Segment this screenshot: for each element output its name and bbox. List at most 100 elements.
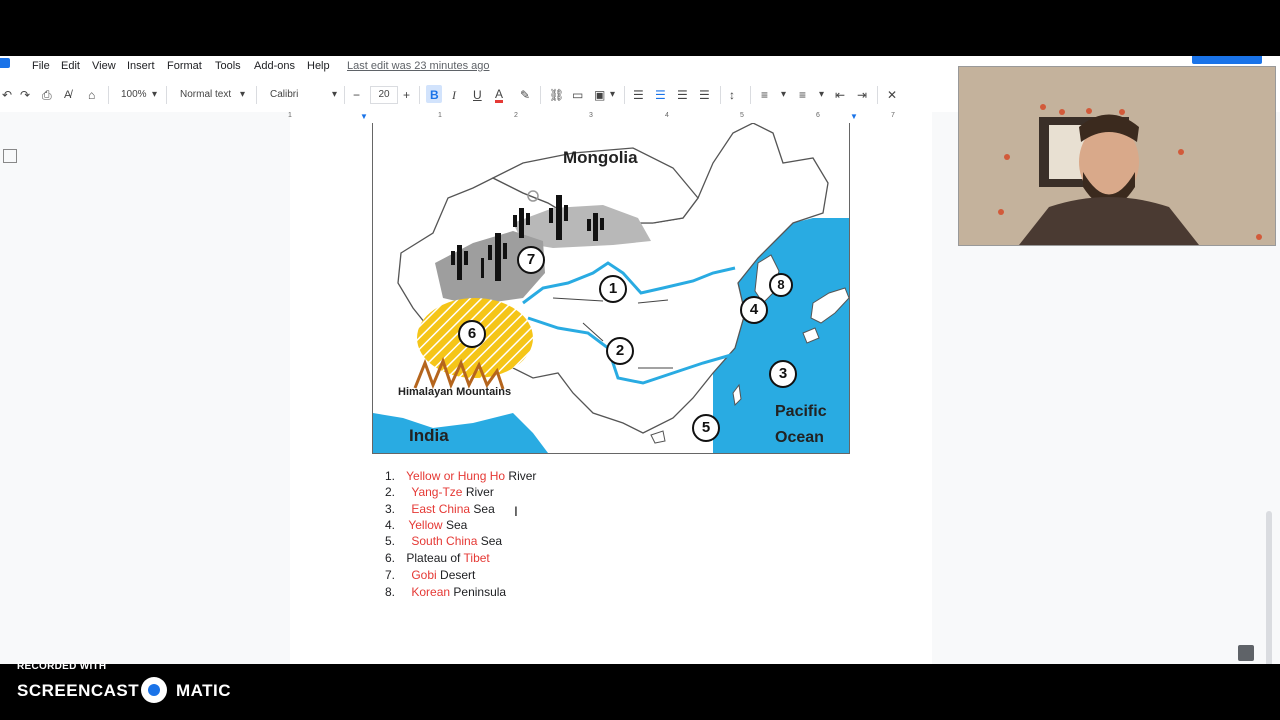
screencast-logo-text: SCREENCAST (17, 681, 140, 700)
highlight-pen-icon[interactable]: ✎ (520, 88, 530, 102)
toolbar-divider (166, 86, 167, 104)
toolbar-divider (720, 86, 721, 104)
italic-button[interactable]: I (452, 88, 456, 102)
toolbar-divider (540, 86, 541, 104)
increase-indent-icon[interactable]: ⇥ (857, 88, 867, 102)
text-color-button[interactable]: A (495, 88, 504, 103)
ruler-mark: 6 (816, 112, 820, 119)
paint-format-icon[interactable]: ⌂ (88, 88, 95, 102)
document-outline-icon[interactable] (3, 149, 17, 163)
docs-logo-icon[interactable] (0, 58, 10, 68)
list-item[interactable]: 5. South China Sea (385, 534, 502, 548)
menu-addons[interactable]: Add-ons (254, 60, 295, 72)
chevron-down-icon: ▾ (819, 89, 825, 100)
ruler-track[interactable] (290, 112, 932, 123)
print-icon[interactable]: ⎙ (42, 88, 52, 102)
increase-font-size-icon[interactable]: + (403, 88, 410, 102)
align-right-icon[interactable]: ☰ (677, 88, 688, 102)
map-marker-7: 7 (517, 246, 545, 274)
recorded-with-label: RECORDED WITH (17, 661, 107, 672)
align-left-icon[interactable]: ☰ (633, 88, 644, 102)
label-mongolia: Mongolia (563, 148, 638, 167)
menu-file[interactable]: File (32, 60, 50, 72)
insert-image-icon[interactable]: ▣ (594, 88, 605, 102)
justify-icon[interactable]: ☰ (699, 88, 710, 102)
chevron-down-icon: ▾ (152, 89, 158, 100)
clear-formatting-icon[interactable]: ✕ (887, 88, 897, 102)
map-marker-6: 6 (458, 320, 486, 348)
list-item[interactable]: 7. Gobi Desert (385, 568, 475, 582)
toolbar-divider (344, 86, 345, 104)
list-item[interactable]: 8. Korean Peninsula (385, 585, 506, 599)
decrease-font-size-icon[interactable]: − (353, 88, 360, 102)
bulleted-list-icon[interactable]: ≡ (799, 88, 806, 102)
link-icon[interactable]: ⛓ (549, 88, 564, 102)
map-marker-8: 8 (769, 273, 793, 297)
right-indent-marker-icon[interactable]: ▼ (850, 112, 858, 121)
matic-logo-text: MATIC (176, 681, 232, 700)
zoom-select[interactable]: 100% (121, 88, 147, 102)
comment-icon[interactable]: ▭ (572, 88, 583, 102)
list-item[interactable]: 3. East China Sea (385, 502, 495, 516)
chevron-down-icon: ▾ (332, 89, 338, 100)
toolbar-divider (624, 86, 625, 104)
ruler-mark: 2 (514, 112, 518, 119)
list-item[interactable]: 1. Yellow or Hung Ho River (385, 469, 536, 483)
map-marker-2: 2 (606, 337, 634, 365)
label-himalayan-mountains: Himalayan Mountains (398, 386, 512, 398)
text-cursor-icon: I (514, 503, 518, 519)
ruler-mark: 1 (438, 112, 442, 119)
spellcheck-icon[interactable]: A̸ (64, 88, 71, 102)
chevron-down-icon: ▾ (610, 89, 616, 100)
font-size-input[interactable]: 20 (370, 86, 398, 104)
align-center-icon[interactable]: ☰ (655, 88, 666, 102)
ruler-mark: 4 (665, 112, 669, 119)
webcam-overlay (958, 66, 1276, 246)
chevron-down-icon: ▾ (240, 89, 246, 100)
webcam-presenter-image (959, 67, 1275, 245)
map-marker-3: 3 (769, 360, 797, 388)
label-pacific: Pacific (775, 403, 827, 420)
decrease-indent-icon[interactable]: ⇤ (835, 88, 845, 102)
toolbar-divider (256, 86, 257, 104)
toolbar-divider (750, 86, 751, 104)
menu-view[interactable]: View (92, 60, 116, 72)
numbered-list-icon[interactable]: ≡ (761, 88, 768, 102)
toolbar-divider (108, 86, 109, 104)
line-spacing-icon[interactable]: ↕ (729, 88, 735, 102)
toolbar-divider (419, 86, 420, 104)
menu-help[interactable]: Help (307, 60, 330, 72)
redo-icon[interactable]: ↷ (20, 88, 30, 102)
last-edit-link[interactable]: Last edit was 23 minutes ago (347, 60, 489, 72)
list-item[interactable]: 2. Yang-Tze River (385, 485, 494, 499)
chevron-down-icon: ▾ (781, 89, 787, 100)
undo-icon[interactable]: ↶ (2, 88, 12, 102)
font-select[interactable]: Calibri (270, 88, 298, 102)
share-button[interactable] (1192, 56, 1262, 64)
menu-tools[interactable]: Tools (215, 60, 241, 72)
screencast-logo-dot (148, 684, 160, 696)
menu-edit[interactable]: Edit (61, 60, 80, 72)
ruler-mark: 7 (891, 112, 895, 119)
list-item[interactable]: 4. Yellow Sea (385, 518, 467, 532)
ruler-mark: 3 (589, 112, 593, 119)
vertical-scrollbar[interactable] (1266, 511, 1272, 664)
document-page[interactable]: Mongolia Himalayan Mountains India Pacif… (290, 123, 932, 664)
map-marker-5: 5 (692, 414, 720, 442)
list-item[interactable]: 6. Plateau of Tibet (385, 551, 490, 565)
style-select[interactable]: Normal text (180, 88, 231, 102)
ruler-mark: 1 (288, 112, 292, 119)
toolbar-divider (877, 86, 878, 104)
map-marker-4: 4 (740, 296, 768, 324)
menu-insert[interactable]: Insert (127, 60, 155, 72)
underline-button[interactable]: U (473, 88, 482, 102)
top-black-bar (0, 0, 1280, 56)
left-indent-marker-icon[interactable]: ▼ (360, 112, 368, 121)
explore-icon[interactable] (1238, 645, 1254, 661)
ruler-mark: 5 (740, 112, 744, 119)
bold-button[interactable]: B (430, 88, 439, 102)
map-marker-1: 1 (599, 275, 627, 303)
label-india: India (409, 426, 449, 445)
label-ocean: Ocean (775, 429, 824, 446)
menu-format[interactable]: Format (167, 60, 202, 72)
